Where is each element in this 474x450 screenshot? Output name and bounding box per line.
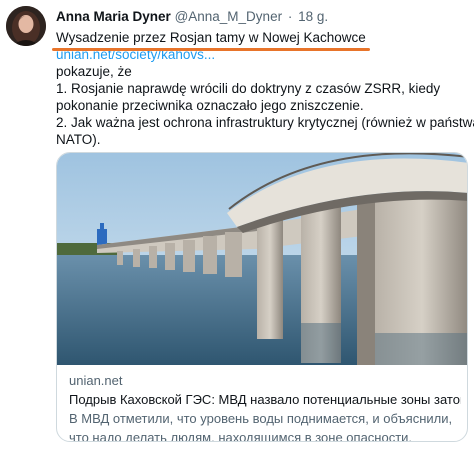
author-handle[interactable]: @Anna_M_Dyner	[175, 9, 283, 24]
tweet-line: 2. Jak ważna jest ochrona infrastruktury…	[56, 115, 474, 130]
link-preview-card[interactable]: unian.net Подрыв Каховской ГЭС: МВД назв…	[56, 152, 468, 442]
tweet-line: pokonanie przeciwnika oznaczało jego zni…	[56, 98, 364, 113]
card-title: Подрыв Каховской ГЭС: МВД назвало потенц…	[69, 392, 461, 407]
avatar[interactable]	[6, 6, 46, 46]
card-domain: unian.net	[69, 373, 123, 388]
tweet-timestamp[interactable]: 18 g.	[298, 9, 328, 24]
tweet-line: NATO).	[56, 132, 101, 147]
tweet-line: 1. Rosjanie naprawdę wrócili do doktryny…	[56, 81, 441, 96]
tweet-headline-text: Wysadzenie przez Rosjan tamy w Nowej Kac…	[56, 30, 366, 45]
author-name[interactable]: Anna Maria Dyner	[56, 9, 171, 24]
tweet-header: Anna Maria Dyner @Anna_M_Dyner · 18 g.	[56, 9, 328, 24]
tweet-line: pokazuje, że	[56, 64, 132, 79]
tweet-headline: Wysadzenie przez Rosjan tamy w Nowej Kac…	[52, 29, 370, 51]
card-image[interactable]	[57, 153, 467, 365]
card-text[interactable]: unian.net Подрыв Каховской ГЭС: МВД назв…	[69, 371, 461, 442]
tweet[interactable]: Anna Maria Dyner @Anna_M_Dyner · 18 g. W…	[0, 0, 474, 450]
separator-dot: ·	[287, 9, 293, 24]
tweet-text: Wysadzenie przez Rosjan tamy w Nowej Kac…	[52, 29, 474, 148]
highlight-underline	[52, 48, 370, 51]
card-description: В МВД отметили, что уровень воды поднима…	[69, 411, 453, 442]
